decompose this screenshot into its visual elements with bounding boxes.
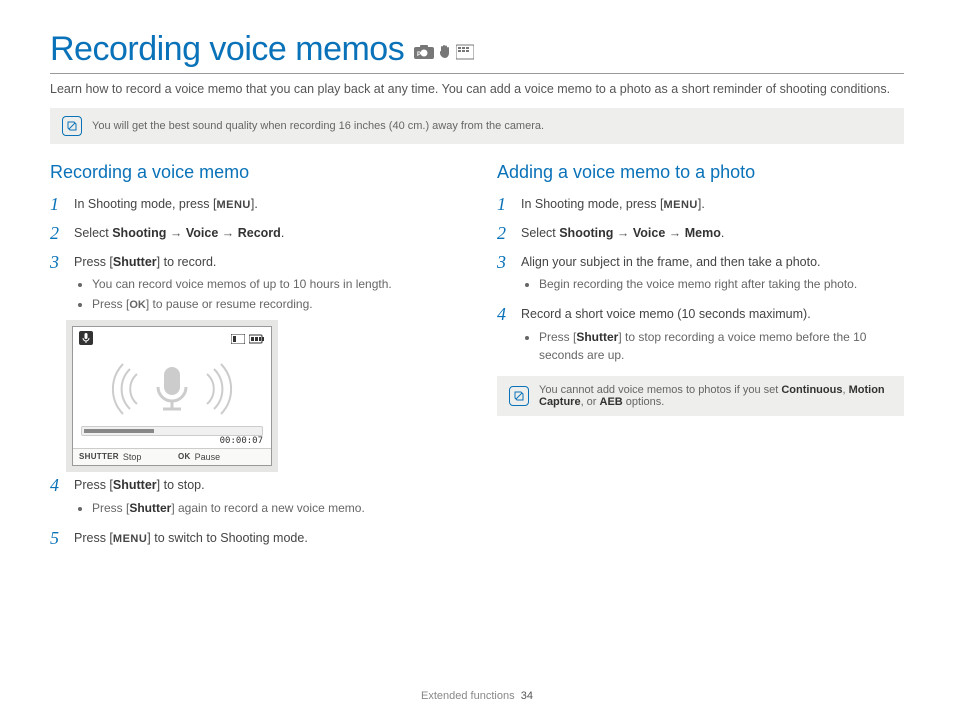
top-note: You will get the best sound quality when… [50,108,904,144]
right-step-3: 3 Align your subject in the frame, and t… [497,253,904,296]
lcd-pause-hint: OKPause [172,449,271,465]
memory-icon [231,334,245,344]
right-column: Adding a voice memo to a photo 1 In Shoo… [497,162,904,557]
mode-icons: P [414,44,474,60]
battery-memory-icons [231,334,265,344]
right-step-4: 4 Record a short voice memo (10 seconds … [497,305,904,366]
page-title: Recording voice memos P [50,30,904,69]
progress-bar [81,426,263,436]
battery-icon [249,334,265,344]
menu-label: MENU [216,199,250,211]
page-title-text: Recording voice memos [50,30,404,69]
right-step-1: 1 In Shooting mode, press [MENU]. [497,195,904,214]
left-step-4-sub1: Press [Shutter] again to record a new vo… [92,499,457,517]
left-column: Recording a voice memo 1 In Shooting mod… [50,162,457,557]
note-icon [62,116,82,136]
left-step-1: 1 In Shooting mode, press [MENU]. [50,195,457,214]
right-step-2: 2 Select Shooting → Voice → Memo. [497,224,904,243]
title-rule [50,73,904,74]
footer-page-number: 34 [521,690,533,702]
left-step-4: 4 Press [Shutter] to stop. Press [Shutte… [50,476,457,519]
left-step-2: 2 Select Shooting → Voice → Record. [50,224,457,243]
right-heading: Adding a voice memo to a photo [497,162,904,183]
top-note-text: You will get the best sound quality when… [92,120,544,132]
page-footer: Extended functions 34 [0,690,954,702]
footer-section: Extended functions [421,690,515,702]
hand-mode-icon [438,44,452,60]
right-note-text: You cannot add voice memos to photos if … [539,384,892,408]
left-step-5: 5 Press [MENU] to switch to Shooting mod… [50,529,457,548]
recorder-screenshot: 00:00:07 SHUTTERStop OKPause [72,326,272,466]
right-step-3-sub1: Begin recording the voice memo right aft… [539,275,904,293]
intro-text: Learn how to record a voice memo that yo… [50,80,904,98]
left-step-3-sub1: You can record voice memos of up to 10 h… [92,275,457,293]
camera-mode-icon: P [414,44,434,60]
scene-mode-icon [456,44,474,60]
elapsed-time: 00:00:07 [73,436,271,448]
svg-text:P: P [417,52,421,58]
rec-mic-indicator-icon [79,331,93,348]
right-step-4-sub1: Press [Shutter] to stop recording a voic… [539,328,904,364]
lcd-stop-hint: SHUTTERStop [73,449,172,465]
left-heading: Recording a voice memo [50,162,457,183]
right-note: You cannot add voice memos to photos if … [497,376,904,416]
left-step-3: 3 Press [Shutter] to record. You can rec… [50,253,457,316]
left-step-3-sub2: Press [OK] to pause or resume recording. [92,295,457,314]
note-icon [509,386,529,406]
mic-graphic [73,352,271,426]
